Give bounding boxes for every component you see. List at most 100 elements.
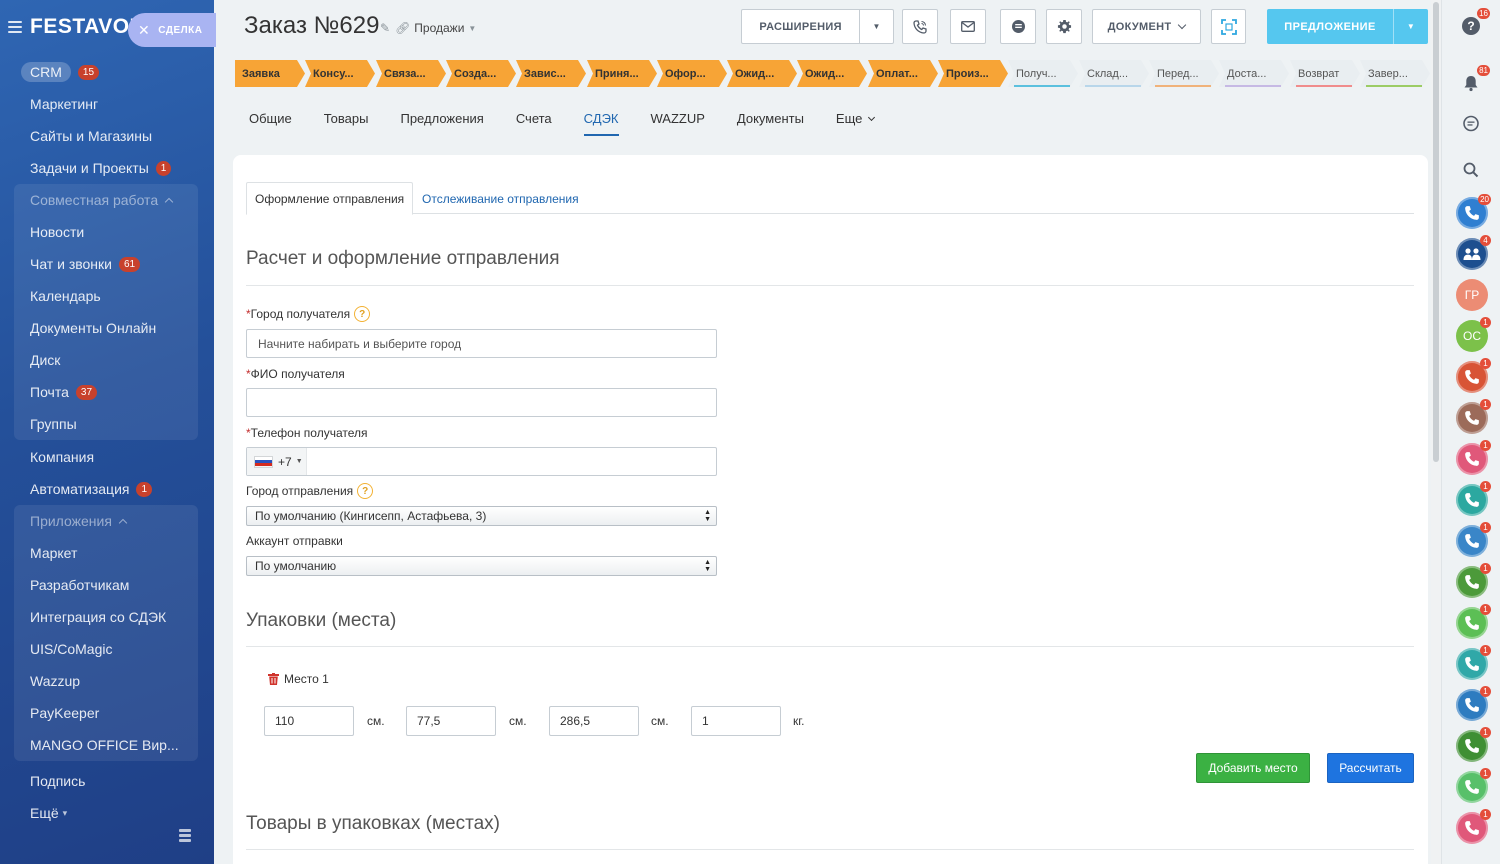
stage-step[interactable]: Доста... — [1219, 60, 1289, 87]
tab-wazzup[interactable]: WAZZUP — [651, 110, 705, 138]
scrollbar-thumb[interactable] — [1433, 2, 1439, 462]
edit-icon[interactable]: ✎ — [380, 21, 390, 35]
extensions-dropdown-toggle[interactable]: ▼ — [859, 10, 893, 43]
help-icon[interactable]: ? — [354, 306, 371, 322]
call-button[interactable] — [902, 9, 938, 44]
help-rail-button[interactable]: ? 16 — [1459, 8, 1490, 38]
sidebar-item-docs-online[interactable]: Документы Онлайн — [14, 312, 198, 344]
call-chat-avatar[interactable]: 1 — [1456, 809, 1491, 844]
width-input[interactable] — [406, 706, 496, 736]
calculate-button[interactable]: Рассчитать — [1327, 753, 1414, 783]
chat-avatar[interactable]: ГР — [1456, 279, 1488, 311]
sidebar-item-groups[interactable]: Группы — [14, 408, 198, 440]
tab-more[interactable]: Еще — [836, 110, 876, 138]
sidebar-item-automation[interactable]: Автоматизация 1 — [0, 473, 214, 505]
stage-step[interactable]: Получ... — [1008, 60, 1078, 87]
pipeline-selector[interactable]: Продажи — [414, 21, 464, 35]
sidebar-group-header-apps[interactable]: Приложения — [14, 505, 198, 537]
tab-general[interactable]: Общие — [249, 110, 292, 138]
height-input[interactable] — [549, 706, 639, 736]
sidebar-item-marketing[interactable]: Маркетинг — [0, 88, 214, 120]
stage-step[interactable]: Склад... — [1079, 60, 1149, 87]
portal-logo[interactable]: FESTAVOL — [30, 15, 135, 39]
sidebar-item-market[interactable]: Маркет — [14, 537, 198, 569]
recipient-phone-field[interactable]: +7 ▼ — [246, 447, 717, 476]
sidebar-item-subscription[interactable]: Подпись — [0, 765, 214, 797]
fullscreen-button[interactable] — [1211, 9, 1246, 44]
sidebar-item-mail[interactable]: Почта 37 — [14, 376, 198, 408]
extensions-button[interactable]: РАСШИРЕНИЯ ▼ — [741, 9, 894, 44]
page-scrollbar[interactable] — [1431, 0, 1441, 864]
document-button[interactable]: ДОКУМЕНТ — [1092, 9, 1201, 44]
sidebar-item-developers[interactable]: Разработчикам — [14, 569, 198, 601]
tab-cdek[interactable]: СДЭК — [583, 110, 619, 138]
sidebar-item-mango[interactable]: MANGO OFFICE Вир... — [14, 729, 198, 761]
close-icon[interactable]: ✕ — [138, 22, 150, 39]
stage-step[interactable]: Консу... — [305, 60, 375, 87]
stage-step[interactable]: Ожид... — [797, 60, 867, 87]
weight-input[interactable] — [691, 706, 781, 736]
call-chat-avatar[interactable]: 1 — [1456, 358, 1491, 393]
stage-step[interactable]: Произ... — [938, 60, 1008, 87]
country-code-selector[interactable]: +7 ▼ — [247, 448, 307, 475]
account-select[interactable]: По умолчанию ▲ ▼ — [246, 556, 717, 576]
recipient-city-input[interactable] — [246, 329, 717, 358]
stage-step[interactable]: Оплат... — [868, 60, 938, 87]
sidebar-settings-icon[interactable] — [178, 828, 192, 844]
from-city-select[interactable]: По умолчанию (Кингисепп, Астафьева, 3) ▲… — [246, 506, 717, 526]
messenger-rail-button[interactable] — [1459, 112, 1483, 136]
settings-button[interactable] — [1046, 9, 1082, 44]
subtab-create-shipment[interactable]: Оформление отправления — [246, 182, 414, 215]
recipient-name-input[interactable] — [246, 388, 717, 417]
stage-step[interactable]: Завис... — [516, 60, 586, 87]
stage-step[interactable]: Перед... — [1149, 60, 1219, 87]
call-chat-avatar[interactable]: 1 — [1456, 727, 1491, 762]
sidebar-item-sites[interactable]: Сайты и Магазины — [0, 120, 214, 152]
sidebar-item-chat[interactable]: Чат и звонки 61 — [14, 248, 198, 280]
chat-button[interactable] — [1000, 9, 1036, 44]
stage-step[interactable]: Заявка — [235, 60, 305, 87]
stage-step[interactable]: Приня... — [587, 60, 657, 87]
call-chat-avatar[interactable]: 1 — [1456, 399, 1491, 434]
tab-offers[interactable]: Предложения — [400, 110, 483, 138]
tab-products[interactable]: Товары — [324, 110, 369, 138]
sidebar-item-uis[interactable]: UIS/CoMagic — [14, 633, 198, 665]
call-chat-avatar[interactable]: 1 — [1456, 522, 1491, 557]
call-chat-avatar[interactable]: 1 — [1456, 645, 1491, 680]
search-rail-button[interactable] — [1459, 158, 1483, 182]
stage-step[interactable]: Возврат — [1290, 60, 1360, 87]
call-chat-avatar[interactable]: 1 — [1456, 440, 1491, 475]
notifications-rail-button[interactable]: 81 — [1459, 65, 1490, 95]
tab-invoices[interactable]: Счета — [516, 110, 552, 138]
call-chat-avatar[interactable]: 20 — [1456, 194, 1491, 229]
help-icon[interactable]: ? — [357, 483, 374, 499]
offer-dropdown-toggle[interactable]: ▼ — [1393, 9, 1428, 44]
sidebar-item-company[interactable]: Компания — [0, 441, 214, 473]
stage-step[interactable]: Ожид... — [727, 60, 797, 87]
subtab-tracking[interactable]: Отслеживание отправления — [414, 182, 587, 215]
stage-step[interactable]: Созда... — [446, 60, 516, 87]
sidebar-item-wazzup[interactable]: Wazzup — [14, 665, 198, 697]
stage-step[interactable]: Завер... — [1360, 60, 1430, 87]
entity-type-tag[interactable]: ✕ СДЕЛКА — [128, 13, 216, 47]
sidebar-item-paykeeper[interactable]: PayKeeper — [14, 697, 198, 729]
call-chat-avatar[interactable]: 1 — [1456, 604, 1491, 639]
stage-step[interactable]: Офор... — [657, 60, 727, 87]
menu-burger-icon[interactable] — [8, 21, 22, 33]
offer-button[interactable]: ПРЕДЛОЖЕНИЕ ▼ — [1267, 9, 1428, 44]
trash-icon[interactable] — [268, 673, 279, 685]
length-input[interactable] — [264, 706, 354, 736]
call-chat-avatar[interactable]: 1 — [1456, 563, 1491, 598]
sidebar-item-crm[interactable]: CRM 15 — [0, 56, 214, 88]
tab-documents[interactable]: Документы — [737, 110, 804, 138]
sidebar-item-more[interactable]: Ещё ▾ — [0, 797, 214, 829]
stage-step[interactable]: Связа... — [376, 60, 446, 87]
call-chat-avatar[interactable]: 1 — [1456, 481, 1491, 516]
sidebar-item-news[interactable]: Новости — [14, 216, 198, 248]
email-button[interactable] — [950, 9, 986, 44]
sidebar-item-cdek[interactable]: Интеграция со СДЭК — [14, 601, 198, 633]
link-icon[interactable]: 🔗︎ — [395, 21, 410, 35]
sidebar-item-tasks[interactable]: Задачи и Проекты 1 — [0, 152, 214, 184]
call-chat-avatar[interactable]: 1 — [1456, 768, 1491, 803]
call-chat-avatar[interactable]: 1 — [1456, 686, 1491, 721]
